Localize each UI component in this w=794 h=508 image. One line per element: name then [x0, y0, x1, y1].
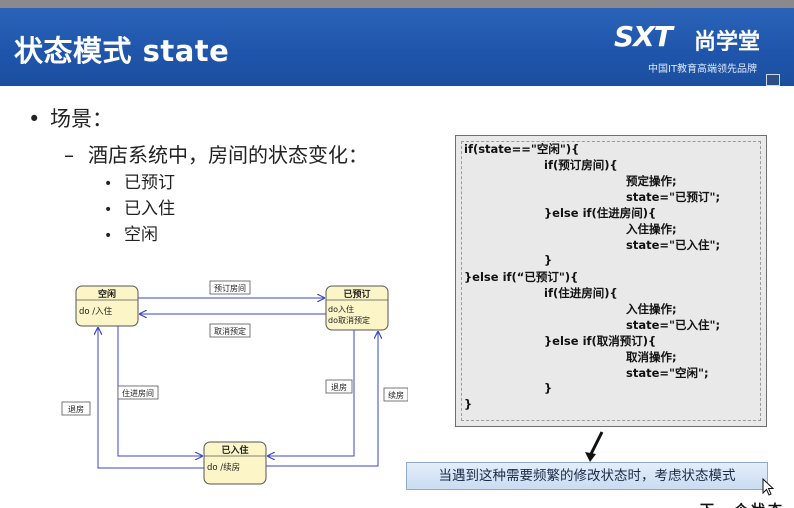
code-line: if(预订房间){ — [544, 158, 618, 172]
bullet-level3: • 已预订 — [104, 168, 175, 193]
state-idle-name: 空闲 — [98, 288, 116, 300]
mouse-cursor-icon — [762, 478, 774, 496]
next-slide-title-fragment: 下一个状态 — [700, 498, 794, 508]
state-booked: 已预订 do入住 do取消预定 — [325, 285, 389, 331]
bullet-dot-icon: • — [104, 228, 113, 244]
state-idle: 空闲 do /入住 — [75, 285, 139, 327]
code-line: 取消操作; — [626, 350, 677, 364]
logo-mark: SXT — [614, 20, 673, 53]
code-line: } — [464, 397, 473, 411]
label-cancel: 取消预定 — [214, 326, 246, 336]
code-line: }else if(“已预订"){ — [464, 270, 579, 284]
small-screen-icon — [766, 74, 780, 86]
state-checked-in-action: do /续房 — [207, 462, 240, 473]
transition-label-book: 预订房间 — [209, 280, 251, 295]
state-booked-action2: do取消预定 — [328, 315, 370, 325]
bullet-text-scene: 场景： — [50, 107, 113, 131]
code-line: state="空闲"; — [626, 366, 709, 380]
code-block: if(state=="空闲"){ if(预订房间){ 预定操作; state="… — [455, 135, 767, 427]
bullet-dash-icon: – — [64, 143, 74, 167]
brand-logo: SXT 尚学堂 中国IT教育高端领先品牌 — [614, 18, 784, 86]
callout-note: 当遇到这种需要频繁的修改状态时，考虑状态模式 — [406, 462, 768, 490]
label-renew: 续房 — [388, 390, 404, 400]
code-line: } — [544, 253, 553, 267]
logo-subtitle: 中国IT教育高端领先品牌 — [648, 64, 758, 75]
state-booked-action1: do入住 — [328, 304, 354, 314]
label-checkin: 住进房间 — [122, 388, 154, 398]
bullet-item-checked-in: 已入住 — [124, 199, 175, 219]
code-line: }else if(住进房间){ — [544, 206, 657, 220]
state-checked-in-name: 已入住 — [221, 444, 248, 456]
bullet-dot-icon: • — [104, 176, 113, 192]
code-line: if(住进房间){ — [544, 286, 618, 300]
transition-label-renew: 续房 — [383, 387, 408, 402]
transition-label-checkin: 住进房间 — [117, 385, 159, 400]
fragment-text: 下一个状态 — [700, 500, 794, 508]
state-booked-name: 已预订 — [343, 288, 370, 300]
bullet-item-booked: 已预订 — [124, 173, 175, 193]
bullet-level3: • 空闲 — [104, 220, 158, 245]
code-line: 预定操作; — [626, 174, 677, 188]
state-checked-in: 已入住 do /续房 — [203, 441, 267, 485]
logo-name: 尚学堂 — [694, 30, 761, 55]
code-line: 入住操作; — [626, 222, 677, 236]
code-line: 入住操作; — [626, 302, 677, 316]
code-line: if(state=="空闲"){ — [464, 142, 580, 156]
pointer-arrow-icon — [585, 431, 604, 462]
bullet-level1: • 场景： — [28, 103, 113, 133]
bullet-dot-icon: • — [104, 202, 113, 218]
code-line: state="已入住"; — [626, 238, 721, 252]
state-diagram: 空闲 do /入住 已预订 do入住 do取消预定 已入住 do /续房 预订房… — [61, 280, 408, 485]
bullet-dot-icon: • — [28, 107, 41, 131]
bullet-item-idle: 空闲 — [124, 225, 158, 245]
bullet-level2: – 酒店系统中，房间的状态变化： — [64, 139, 368, 168]
slide-header: 状态模式 state SXT 尚学堂 中国IT教育高端领先品牌 — [0, 8, 794, 86]
code-line: state="已入住"; — [626, 318, 721, 332]
code-line: state="已预订"; — [626, 190, 721, 204]
code-line: }else if(取消预订){ — [544, 334, 657, 348]
label-checkout: 退房 — [68, 404, 84, 414]
bullet-text-hotel: 酒店系统中，房间的状态变化： — [88, 143, 368, 167]
state-idle-action: do /入住 — [79, 306, 113, 317]
transition-renew-arrow — [266, 332, 378, 467]
bullet-level3: • 已入住 — [104, 194, 175, 219]
transition-label-checkout: 退房 — [61, 401, 91, 416]
code-line: } — [544, 381, 553, 395]
window-top-strip — [0, 0, 794, 8]
transition-label-checkin-booked: 退房 — [325, 379, 353, 394]
label-book: 预订房间 — [214, 283, 246, 293]
label-checkin-booked: 退房 — [331, 382, 347, 392]
slide-title: 状态模式 state — [14, 34, 230, 68]
transition-label-cancel: 取消预定 — [209, 323, 251, 338]
